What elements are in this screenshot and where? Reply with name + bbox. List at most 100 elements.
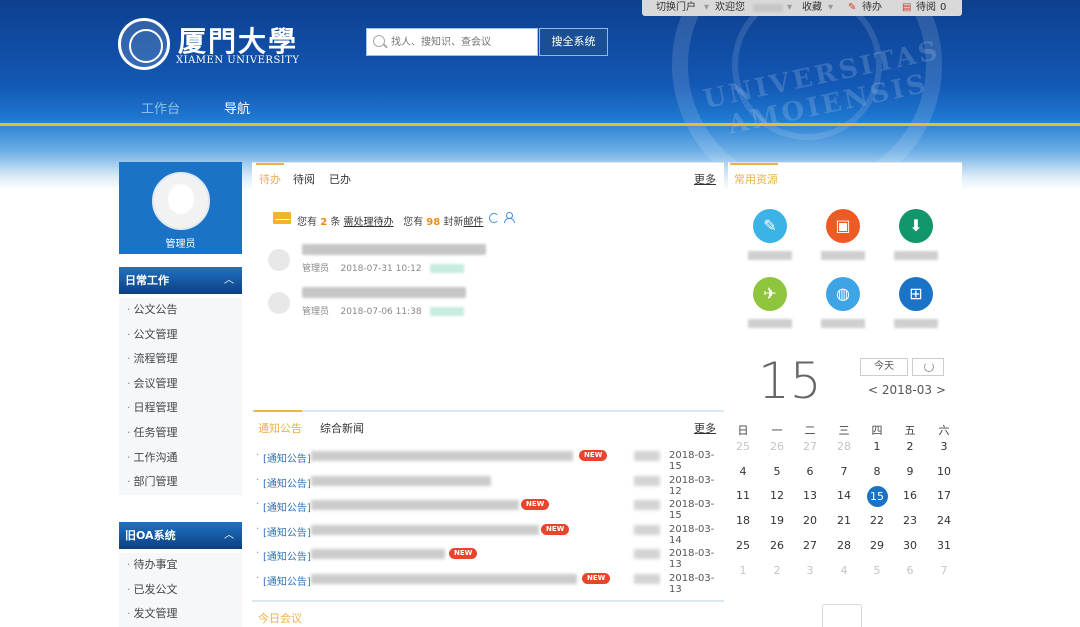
news-category[interactable]: [通知公告] [263, 573, 311, 588]
list-item[interactable]: · [通知公告] NEW 2018-03-13 [252, 570, 724, 595]
calendar-day[interactable]: 25 [728, 536, 758, 556]
tab-general-news[interactable]: 综合新闻 [320, 420, 364, 436]
search-all-button[interactable]: 搜全系统 [539, 28, 608, 56]
calendar-day[interactable]: 25 [728, 437, 758, 457]
sidebar-item[interactable]: 待办事宜 [119, 553, 242, 578]
news-title-blurred[interactable] [311, 475, 491, 486]
calendar-refresh-button[interactable] [912, 358, 944, 376]
calendar-day[interactable]: 3 [795, 561, 825, 581]
list-item[interactable]: · [通知公告] NEW 2018-03-14 [252, 521, 724, 546]
tab-notices[interactable]: 通知公告 [258, 420, 302, 436]
download-icon[interactable]: ⬇ [899, 209, 933, 243]
calendar-day[interactable]: 26 [762, 536, 792, 556]
refresh-icon[interactable] [489, 213, 499, 223]
sidebar-section-daily-work[interactable]: 日常工作 ︿ [119, 267, 242, 294]
sidebar-item[interactable]: 公文公告 [119, 298, 242, 323]
switch-portal-link[interactable]: 切换门户 [656, 0, 696, 16]
calendar-day[interactable]: 3 [929, 437, 959, 457]
tab-toread[interactable]: 待阅 [293, 171, 315, 187]
news-category[interactable]: [通知公告] [263, 450, 311, 465]
calendar-day[interactable]: 22 [862, 511, 892, 531]
calendar-day[interactable]: 8 [862, 462, 892, 482]
chevron-up-icon[interactable]: ︿ [224, 267, 234, 294]
calendar-day[interactable]: 12 [762, 486, 792, 506]
calendar-day[interactable]: 20 [795, 511, 825, 531]
next-month-button[interactable]: > [936, 383, 946, 397]
news-category[interactable]: [通知公告] [263, 475, 311, 490]
calendar-day[interactable]: 26 [762, 437, 792, 457]
list-item[interactable]: · [通知公告] NEW 2018-03-13 [252, 545, 724, 570]
sidebar-item[interactable]: 流程管理 [119, 347, 242, 372]
news-title-blurred[interactable] [311, 573, 577, 584]
calendar-day[interactable]: 14 [829, 486, 859, 506]
globe-icon[interactable]: ◍ [826, 277, 860, 311]
list-item[interactable]: · [通知公告] 2018-03-12 [252, 472, 724, 497]
news-more-link[interactable]: 更多 [694, 420, 716, 436]
nav-navigation[interactable]: 导航 [224, 98, 250, 117]
user-icon[interactable] [504, 212, 515, 223]
favorites-link[interactable]: 收藏 [802, 0, 822, 16]
list-item[interactable]: · [通知公告] NEW 2018-03-15 [252, 447, 724, 472]
news-category[interactable]: [通知公告] [263, 548, 311, 563]
calendar-day[interactable]: 7 [829, 462, 859, 482]
calendar-day[interactable]: 31 [929, 536, 959, 556]
mail-link[interactable]: 邮件 [463, 217, 483, 228]
calendar-day[interactable]: 29 [862, 536, 892, 556]
news-category[interactable]: [通知公告] [263, 499, 311, 514]
sidebar-item[interactable]: 部门管理 [119, 470, 242, 495]
sidebar-item[interactable]: 日程管理 [119, 396, 242, 421]
airplane-icon[interactable]: ✈ [753, 277, 787, 311]
sidebar-item[interactable]: 发文管理 [119, 602, 242, 627]
list-item[interactable]: 管理员 2018-07-06 11:38 [268, 286, 708, 322]
sidebar-item[interactable]: 公文管理 [119, 323, 242, 348]
sidebar-section-old-oa[interactable]: 旧OA系统 ︿ [119, 522, 242, 549]
calendar-day[interactable]: 21 [829, 511, 859, 531]
sidebar-item[interactable]: 会议管理 [119, 372, 242, 397]
calendar-day[interactable]: 27 [795, 536, 825, 556]
tab-done[interactable]: 已办 [329, 171, 351, 187]
pending-todo-link[interactable]: 需处理待办 [344, 217, 394, 228]
calendar-day[interactable]: 13 [795, 486, 825, 506]
news-title-blurred[interactable] [311, 500, 519, 510]
calendar-day[interactable]: 18 [728, 511, 758, 531]
topbar-todo-link[interactable]: 待办 [862, 0, 882, 16]
calendar-day[interactable]: 16 [895, 486, 925, 506]
calendar-day[interactable]: 5 [862, 561, 892, 581]
avatar[interactable] [152, 172, 210, 230]
calendar-day[interactable]: 2 [895, 437, 925, 457]
list-item[interactable]: · [通知公告] NEW 2018-03-15 [252, 496, 724, 521]
news-title-blurred[interactable] [311, 524, 539, 535]
document-edit-icon[interactable]: ✎ [753, 209, 787, 243]
sidebar-item[interactable]: 工作沟通 [119, 446, 242, 471]
search-input[interactable] [391, 33, 531, 51]
calendar-day[interactable]: 5 [762, 462, 792, 482]
calendar-day[interactable]: 9 [895, 462, 925, 482]
calendar-day[interactable]: 1 [862, 437, 892, 457]
news-category[interactable]: [通知公告] [263, 524, 311, 539]
calendar-day[interactable]: 19 [762, 511, 792, 531]
calendar-day[interactable]: 10 [929, 462, 959, 482]
today-button[interactable]: 今天 [860, 358, 908, 376]
calendar-day[interactable]: 30 [895, 536, 925, 556]
calendar-day[interactable]: 6 [895, 561, 925, 581]
grid-icon[interactable]: ⊞ [899, 277, 933, 311]
calendar-day[interactable]: 17 [929, 486, 959, 506]
sidebar-item[interactable]: 任务管理 [119, 421, 242, 446]
news-title-blurred[interactable] [311, 451, 573, 461]
calendar-day[interactable]: 28 [829, 437, 859, 457]
briefcase-icon[interactable]: ▣ [826, 209, 860, 243]
calendar-day[interactable]: 2 [762, 561, 792, 581]
calendar-day[interactable]: 23 [895, 511, 925, 531]
calendar-day[interactable]: 28 [829, 536, 859, 556]
calendar-day[interactable]: 24 [929, 511, 959, 531]
sidebar-item[interactable]: 已发公文 [119, 578, 242, 603]
calendar-day[interactable]: 6 [795, 462, 825, 482]
calendar-day[interactable]: 1 [728, 561, 758, 581]
chevron-up-icon[interactable]: ︿ [224, 522, 234, 549]
calendar-day[interactable]: 7 [929, 561, 959, 581]
prev-month-button[interactable]: < [868, 383, 878, 397]
calendar-day[interactable]: 4 [829, 561, 859, 581]
calendar-day[interactable]: 27 [795, 437, 825, 457]
calendar-day[interactable]: 4 [728, 462, 758, 482]
tab-todo[interactable]: 待办 [259, 171, 281, 187]
